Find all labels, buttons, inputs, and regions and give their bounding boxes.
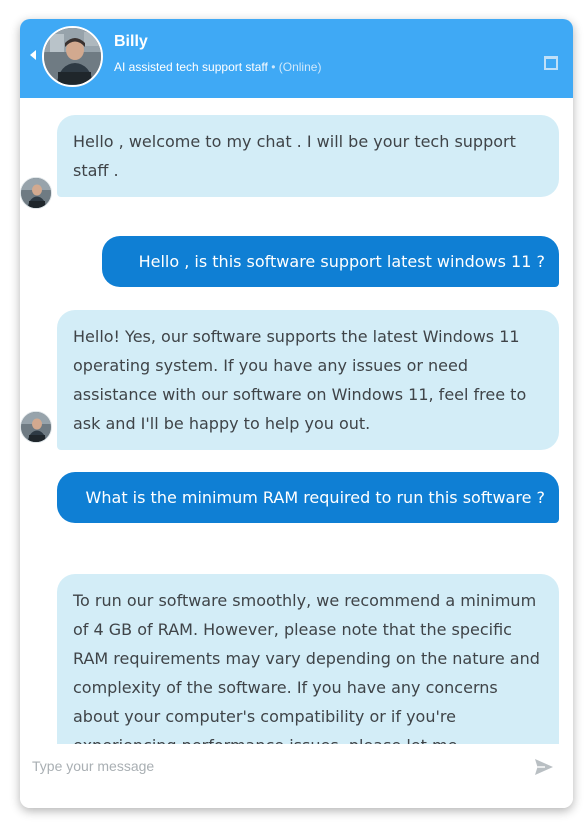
message-text: What is the minimum RAM required to run … [85, 488, 545, 507]
user-message: What is the minimum RAM required to run … [57, 472, 559, 523]
message-text: Hello! Yes, our software supports the la… [73, 327, 527, 433]
bot-avatar [20, 177, 52, 209]
bot-avatar [20, 411, 52, 443]
chat-header: Billy AI assisted tech support staff • (… [20, 19, 573, 98]
agent-photo-icon [21, 178, 51, 208]
message-list[interactable]: Hello , welcome to my chat . I will be y… [20, 98, 573, 744]
send-icon[interactable] [534, 758, 554, 776]
agent-photo-icon [44, 28, 101, 85]
chat-widget: Billy AI assisted tech support staff • (… [20, 19, 573, 808]
bot-message: Hello! Yes, our software supports the la… [57, 310, 559, 450]
message-text: Hello , is this software support latest … [138, 252, 545, 271]
message-text: To run our software smoothly, we recomme… [73, 591, 540, 744]
chevron-left-icon[interactable] [30, 50, 36, 60]
message-text: Hello , welcome to my chat . I will be y… [73, 132, 516, 180]
message-input[interactable] [32, 754, 512, 778]
agent-name: Billy [114, 33, 148, 50]
status-separator: • [271, 60, 276, 74]
agent-role: AI assisted tech support staff [114, 60, 268, 74]
message-input-bar [20, 744, 573, 808]
user-message: Hello , is this software support latest … [102, 236, 559, 287]
agent-avatar [42, 26, 103, 87]
online-status: (Online) [278, 60, 322, 74]
bot-message: Hello , welcome to my chat . I will be y… [57, 115, 559, 197]
agent-photo-icon [21, 412, 51, 442]
bot-message: To run our software smoothly, we recomme… [57, 574, 559, 744]
window-icon[interactable] [544, 56, 558, 70]
agent-subtitle: AI assisted tech support staff • (Online… [114, 60, 321, 74]
